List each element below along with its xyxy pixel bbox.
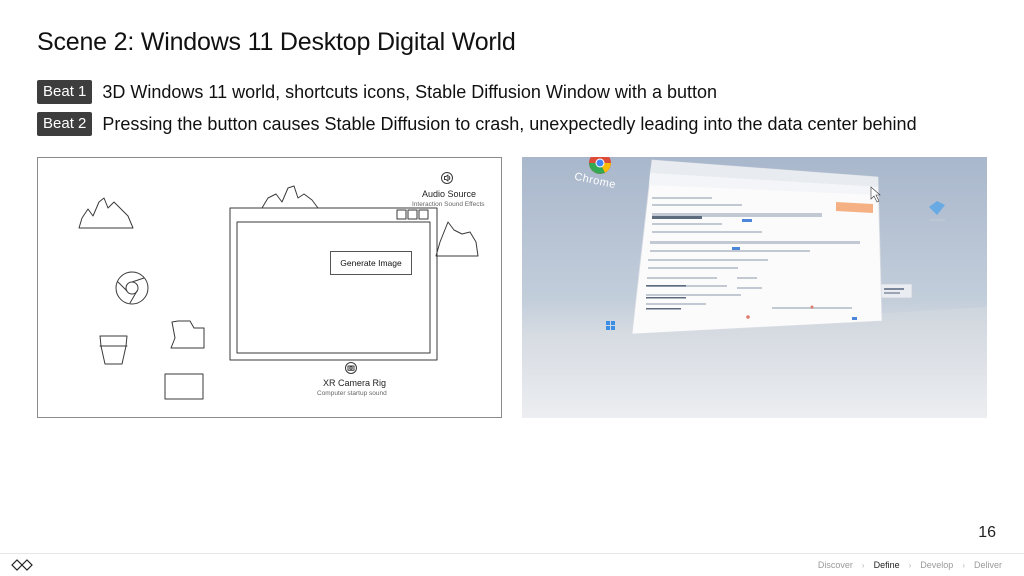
beat-1-tag: Beat 1	[37, 80, 93, 104]
beat-2-text: Pressing the button causes Stable Diffus…	[102, 113, 917, 134]
generate-image-button[interactable]: Generate Image	[330, 251, 412, 275]
render-notification-card	[879, 283, 913, 299]
mountain-sketch-center	[261, 185, 319, 209]
beat-2-tag: Beat 2	[37, 112, 93, 136]
chevron-right-icon: ›	[908, 560, 912, 570]
render-panel: Chrome	[522, 157, 987, 418]
render-browser-window	[631, 159, 883, 335]
process-nav: Discover › Define › Develop › Deliver	[818, 560, 1002, 570]
mountain-sketch-left	[78, 197, 134, 229]
page-number: 16	[978, 524, 996, 541]
folder-icon	[170, 320, 205, 349]
beat-1: Beat 1 3D Windows 11 world, shortcuts ic…	[37, 80, 717, 104]
window-minimize-box	[396, 209, 407, 220]
render-drawing	[522, 157, 987, 418]
app-window-inner	[236, 221, 431, 354]
nav-develop[interactable]: Develop	[920, 560, 953, 570]
slide-title: Scene 2: Windows 11 Desktop Digital Worl…	[37, 28, 516, 56]
footer-divider	[0, 553, 1024, 554]
render-windows-icon	[606, 321, 615, 330]
chevron-right-icon: ›	[861, 560, 865, 570]
nav-discover[interactable]: Discover	[818, 560, 853, 570]
wireframe-panel: Audio Source Interaction Sound Effects G…	[37, 157, 502, 418]
mountain-sketch-right	[435, 221, 479, 257]
chevron-right-icon: ›	[962, 560, 965, 570]
audio-source-sub: Interaction Sound Effects	[412, 201, 485, 208]
recycle-bin-icon	[99, 335, 128, 365]
window-maximize-box	[407, 209, 418, 220]
beat-1-text: 3D Windows 11 world, shortcuts icons, St…	[102, 81, 717, 102]
window-close-box	[418, 209, 429, 220]
app-window-frame	[229, 207, 438, 361]
audio-source-label: Audio Source	[422, 189, 477, 199]
nav-define[interactable]: Define	[874, 560, 900, 570]
nav-deliver[interactable]: Deliver	[974, 560, 1002, 570]
render-chrome-icon	[589, 157, 611, 174]
camera-rig-label: XR Camera Rig	[323, 378, 387, 388]
speaker-icon	[441, 172, 453, 184]
camera-icon	[345, 362, 357, 374]
chrome-icon	[115, 271, 149, 305]
beat-2: Beat 2 Pressing the button causes Stable…	[37, 112, 917, 136]
camera-rig-sub: Computer startup sound	[317, 390, 387, 397]
shortcut-placeholder	[164, 373, 204, 400]
render-app-icon	[929, 201, 945, 221]
double-diamond-logo-icon	[11, 559, 33, 571]
